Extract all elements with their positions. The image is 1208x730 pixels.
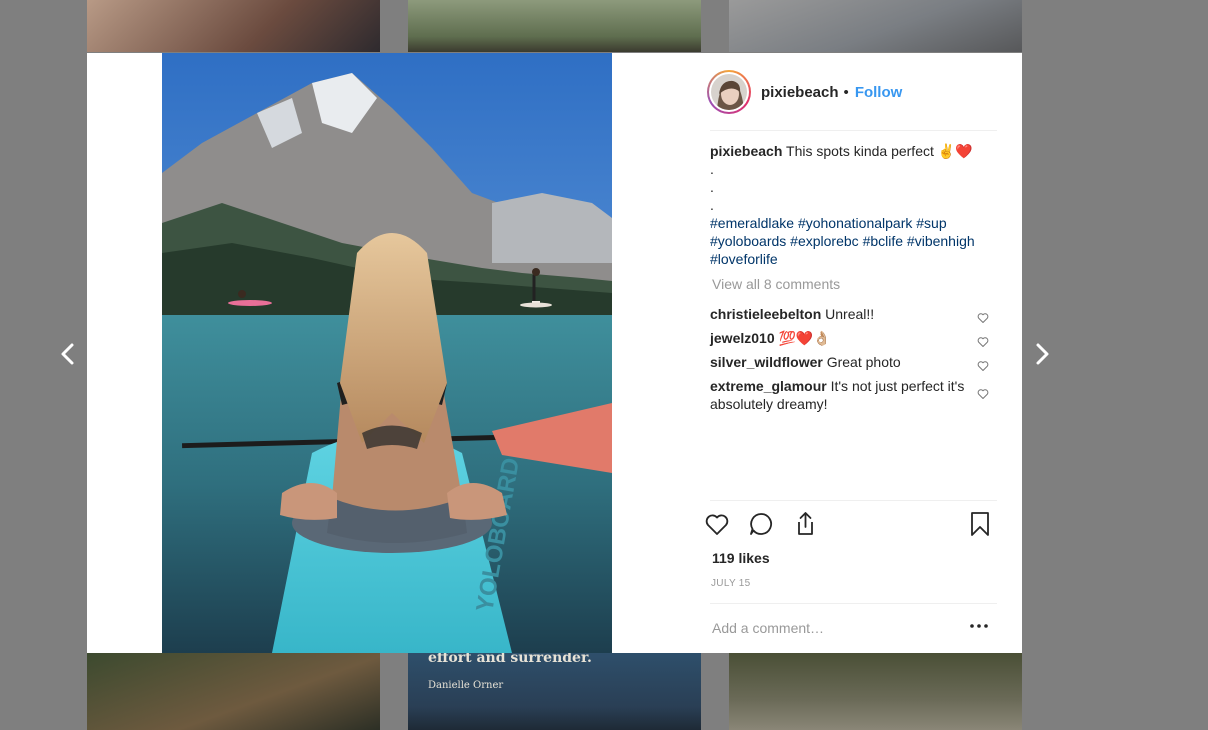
comment-item: jewelz010 💯❤️👌🏼	[710, 329, 989, 347]
bookmark-icon[interactable]	[966, 510, 994, 538]
caption-dot: .	[710, 179, 714, 195]
likes-count[interactable]: 119 likes	[712, 550, 770, 566]
post-actions	[705, 510, 997, 542]
follow-button[interactable]: Follow	[855, 84, 903, 101]
hashtag-link[interactable]: #emeraldlake	[710, 215, 794, 231]
avatar-border	[709, 72, 749, 112]
comment-username[interactable]: silver_wildflower	[710, 354, 823, 370]
comment-like-icon[interactable]	[977, 386, 989, 399]
grid-tile-photo[interactable]	[729, 653, 1022, 730]
grid-tile-photo[interactable]	[87, 653, 380, 730]
comment-username[interactable]: jewelz010	[710, 330, 775, 346]
grid-tile-photo[interactable]	[408, 0, 701, 52]
avatar-image	[711, 74, 747, 110]
comment-item: silver_wildflower Great photo	[710, 353, 989, 371]
hashtag-link[interactable]: #yohonationalpark	[798, 215, 912, 231]
grid-tile-photo[interactable]	[729, 0, 1022, 52]
grid-tile-quote[interactable]: effort and surrender. Danielle Orner	[408, 653, 701, 730]
header-divider	[710, 130, 997, 131]
comment-item: extreme_glamour It's not just perfect it…	[710, 377, 989, 413]
comment-username[interactable]: christieleebelton	[710, 306, 821, 322]
hashtag-link[interactable]: #explorebc	[790, 233, 859, 249]
comment-username[interactable]: extreme_glamour	[710, 378, 827, 394]
caption-author[interactable]: pixiebeach	[710, 143, 782, 159]
comment-like-icon[interactable]	[977, 358, 989, 371]
chevron-left-icon[interactable]	[56, 341, 80, 367]
chevron-right-icon[interactable]	[1030, 341, 1054, 367]
post-author-username[interactable]: pixiebeach	[761, 84, 839, 101]
caption-dot: .	[710, 161, 714, 177]
add-comment-input[interactable]	[712, 618, 952, 638]
actions-divider	[710, 500, 997, 501]
caption-text: This spots kinda perfect ✌️❤️	[786, 143, 973, 159]
hashtag-link[interactable]: #yoloboards	[710, 233, 786, 249]
post-modal: YOLOBOARD pixiebeach • Follow pixiebeach…	[87, 53, 1022, 653]
post-header: pixiebeach • Follow	[707, 68, 997, 116]
view-all-comments-link[interactable]: View all 8 comments	[712, 276, 840, 292]
header-separator: •	[843, 83, 849, 101]
heart-icon[interactable]	[703, 510, 731, 538]
comment-box-divider	[710, 603, 997, 604]
caption-dot: .	[710, 197, 714, 213]
hashtag-link[interactable]: #vibenhigh	[907, 233, 975, 249]
grid-tile-photo[interactable]	[87, 0, 380, 52]
hashtag-link[interactable]: #loveforlife	[710, 251, 778, 267]
comment-text: Great photo	[826, 354, 901, 370]
comment-item: christieleebelton Unreal!!	[710, 305, 989, 323]
comment-text: 💯❤️👌🏼	[778, 330, 831, 346]
post-caption: pixiebeach This spots kinda perfect ✌️❤️…	[710, 142, 997, 268]
avatar[interactable]	[707, 70, 751, 114]
post-details: pixiebeach • Follow pixiebeach This spot…	[705, 53, 997, 653]
hashtag-link[interactable]: #bclife	[863, 233, 903, 249]
comment-like-icon[interactable]	[977, 334, 989, 347]
ellipsis-icon[interactable]	[969, 619, 989, 631]
comment-list: christieleebelton Unreal!! jewelz010 💯❤️…	[710, 305, 997, 419]
share-icon[interactable]	[791, 510, 819, 538]
hashtag-link[interactable]: #sup	[916, 215, 946, 231]
tile-quote-text: effort and surrender.	[428, 653, 592, 666]
tile-quote-author: Danielle Orner	[428, 680, 504, 691]
comment-like-icon[interactable]	[977, 310, 989, 323]
comment-text: Unreal!!	[825, 306, 875, 322]
post-date: JULY 15	[711, 578, 751, 589]
comment-bubble-icon[interactable]	[747, 510, 775, 538]
post-photo[interactable]: YOLOBOARD	[162, 53, 612, 653]
